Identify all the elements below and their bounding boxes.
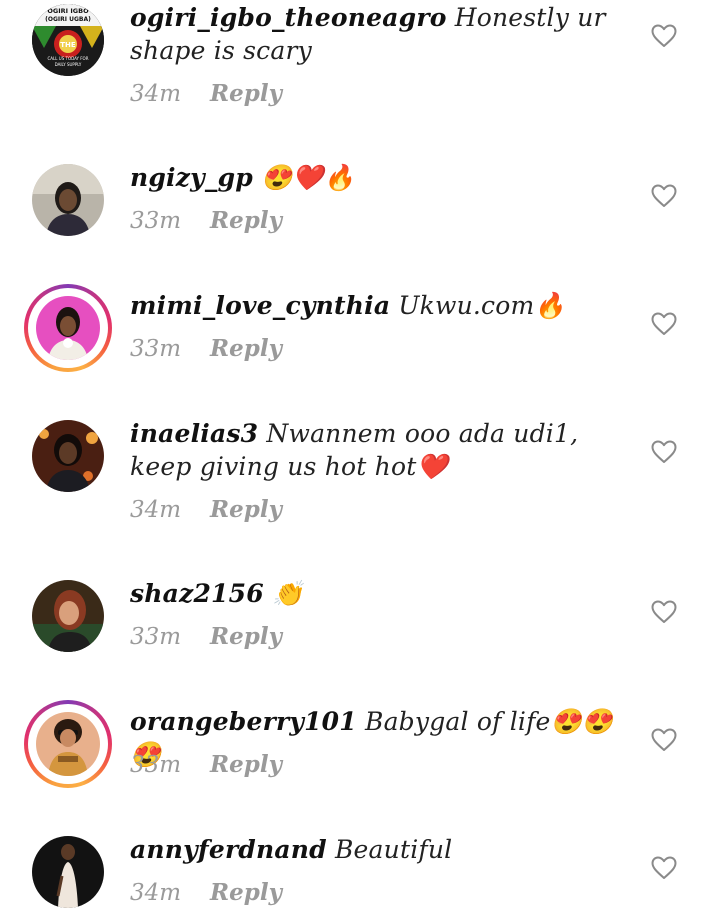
comment-meta: 33m Reply [130, 335, 282, 362]
avatar[interactable] [32, 420, 104, 492]
heart-outline-icon[interactable] [651, 440, 677, 464]
comment-meta: 33m Reply [130, 207, 282, 234]
woman-portrait-avatar [32, 836, 104, 908]
heart-outline-icon[interactable] [651, 600, 677, 624]
woman-portrait-avatar [36, 712, 100, 776]
comment-timestamp: 34m [130, 880, 182, 906]
comment-meta: 34m Reply [130, 496, 282, 523]
comment-username[interactable]: shaz2156 [130, 579, 264, 608]
ogiri-igbo-logo-avatar: OGIRI IGBO (OGIRI UGBA) THE CALL US TODA… [32, 4, 104, 76]
comment-text: Ukwu.com🔥 [390, 291, 566, 320]
comment-username[interactable]: ogiri_igbo_theoneagro [130, 3, 447, 32]
svg-text:OGIRI IGBO: OGIRI IGBO [47, 7, 89, 15]
reply-button[interactable]: Reply [210, 623, 282, 650]
comment-timestamp: 33m [130, 624, 182, 650]
comment-body: annyferdnand Beautiful [130, 833, 630, 866]
svg-text:(OGIRI UGBA): (OGIRI UGBA) [45, 16, 91, 23]
comment-timestamp: 34m [130, 81, 182, 107]
heart-outline-icon[interactable] [651, 728, 677, 752]
svg-text:DAILY SUPPLY: DAILY SUPPLY [55, 62, 82, 67]
reply-button[interactable]: Reply [210, 496, 282, 523]
avatar[interactable] [24, 284, 112, 372]
reply-button[interactable]: Reply [210, 207, 282, 234]
svg-text:THE: THE [60, 41, 76, 49]
svg-text:CALL US TODAY FOR: CALL US TODAY FOR [48, 56, 89, 61]
avatar[interactable] [24, 700, 112, 788]
avatar[interactable]: OGIRI IGBO (OGIRI UGBA) THE CALL US TODA… [32, 4, 104, 76]
comment-meta: 33m Reply [130, 623, 282, 650]
comment-body: ogiri_igbo_theoneagro Honestly ur shape … [130, 1, 630, 67]
heart-outline-icon[interactable] [651, 184, 677, 208]
comment-meta: 34m Reply [130, 80, 282, 107]
woman-portrait-avatar [32, 580, 104, 652]
reply-button[interactable]: Reply [210, 751, 282, 778]
comment-username[interactable]: inaelias3 [130, 419, 258, 448]
avatar[interactable] [32, 580, 104, 652]
comment-meta: 33m Reply [130, 751, 282, 778]
comment-body: shaz2156 👏 [130, 577, 630, 610]
heart-outline-icon[interactable] [651, 312, 677, 336]
comment-body: mimi_love_cynthia Ukwu.com🔥 [130, 289, 630, 322]
comment-timestamp: 34m [130, 497, 182, 523]
comment-text: 😍❤️🔥 [252, 163, 356, 192]
heart-outline-icon[interactable] [651, 24, 677, 48]
comment-timestamp: 33m [130, 336, 182, 362]
heart-outline-icon[interactable] [651, 856, 677, 880]
woman-portrait-avatar [36, 296, 100, 360]
comment-username[interactable]: mimi_love_cynthia [130, 291, 390, 320]
woman-portrait-avatar [32, 420, 104, 492]
comment-username[interactable]: annyferdnand [130, 835, 327, 864]
woman-portrait-avatar [32, 164, 104, 236]
avatar[interactable] [32, 164, 104, 236]
comment-username[interactable]: ngizy_gp [130, 163, 253, 192]
comment-body: ngizy_gp 😍❤️🔥 [130, 161, 630, 194]
reply-button[interactable]: Reply [210, 80, 282, 107]
comment-timestamp: 33m [130, 752, 182, 778]
comment-username[interactable]: orangeberry101 [130, 707, 357, 736]
comment-text: 👏 [263, 579, 304, 608]
reply-button[interactable]: Reply [210, 879, 282, 906]
comment-meta: 34m Reply [130, 879, 282, 906]
reply-button[interactable]: Reply [210, 335, 282, 362]
comment-body: inaelias3 Nwannem ooo ada udi1, keep giv… [130, 417, 630, 483]
comment-text: Beautiful [326, 835, 453, 864]
avatar[interactable] [32, 836, 104, 908]
comment-timestamp: 33m [130, 208, 182, 234]
